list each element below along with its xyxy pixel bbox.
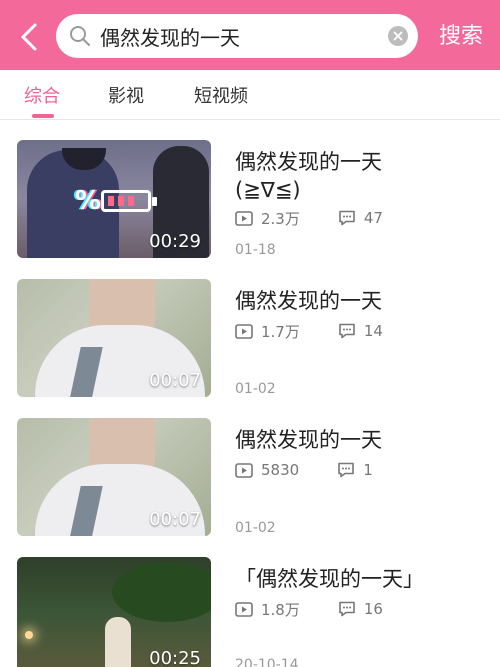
result-item[interactable]: 00:25 「偶然发现的一天」 1.8万 16 20-10-14 [0, 557, 500, 667]
play-count: 5830 [261, 461, 300, 479]
comment-icon [339, 601, 355, 617]
video-title-line-1: 偶然发现的一天 [235, 150, 382, 174]
video-title: 「偶然发现的一天」 [235, 567, 424, 591]
result-item[interactable]: 00:07 偶然发现的一天 1.7万 14 01-02 [0, 279, 500, 414]
video-stats: 1.7万 14 [235, 321, 421, 341]
result-item[interactable]: % 00:29 偶然发现的一天 (≧∇≦) 2.3万 47 01-18 [0, 140, 500, 275]
comment-count: 14 [363, 322, 383, 340]
video-duration: 00:29 [149, 231, 201, 252]
search-icon [70, 26, 90, 46]
clear-button[interactable] [388, 26, 408, 46]
tab-bar: 综合 影视 短视频 [0, 70, 500, 120]
publish-date: 20-10-14 [235, 657, 299, 667]
play-count-icon [235, 210, 253, 226]
tab-short-video[interactable]: 短视频 [194, 82, 248, 108]
tab-all[interactable]: 综合 [24, 82, 60, 108]
video-thumbnail[interactable]: 00:25 [17, 557, 211, 667]
play-count: 1.8万 [261, 600, 300, 619]
publish-date: 01-18 [235, 242, 276, 258]
search-box[interactable] [56, 14, 418, 58]
video-stats: 2.3万 47 [235, 208, 421, 228]
play-count-icon [235, 323, 253, 339]
video-duration: 00:07 [149, 370, 201, 391]
comment-icon [339, 323, 355, 339]
play-count: 2.3万 [261, 209, 300, 228]
publish-date: 01-02 [235, 520, 276, 536]
comment-count: 1 [363, 461, 373, 479]
video-title: 偶然发现的一天 [235, 289, 382, 313]
video-duration: 00:25 [149, 648, 201, 667]
search-input[interactable] [100, 20, 390, 52]
play-count: 1.7万 [261, 322, 300, 341]
video-duration: 00:07 [149, 509, 201, 530]
play-count-icon [235, 601, 253, 617]
comment-count: 47 [363, 209, 383, 227]
video-stats: 1.8万 16 [235, 599, 421, 619]
active-tab-indicator [32, 114, 54, 118]
video-title-line-2: (≧∇≦) [235, 178, 301, 202]
back-arrow-icon [21, 23, 37, 51]
play-count-icon [235, 462, 253, 478]
clear-icon [393, 31, 403, 41]
video-thumbnail[interactable]: 00:07 [17, 418, 211, 536]
top-bar: 搜索 [0, 0, 500, 70]
search-button[interactable]: 搜索 [433, 20, 489, 54]
comment-icon [339, 210, 355, 226]
publish-date: 01-02 [235, 381, 276, 397]
video-thumbnail[interactable]: 00:07 [17, 279, 211, 397]
tab-film-tv[interactable]: 影视 [108, 82, 144, 108]
video-title: 偶然发现的一天 [235, 428, 382, 452]
video-title: 偶然发现的一天 (≧∇≦) [235, 148, 485, 204]
back-button[interactable] [12, 20, 46, 54]
comment-count: 16 [363, 600, 383, 618]
video-thumbnail[interactable]: % 00:29 [17, 140, 211, 258]
result-item[interactable]: 00:07 偶然发现的一天 5830 1 01-02 [0, 418, 500, 553]
comment-icon [338, 462, 354, 478]
video-stats: 5830 1 [235, 460, 411, 480]
